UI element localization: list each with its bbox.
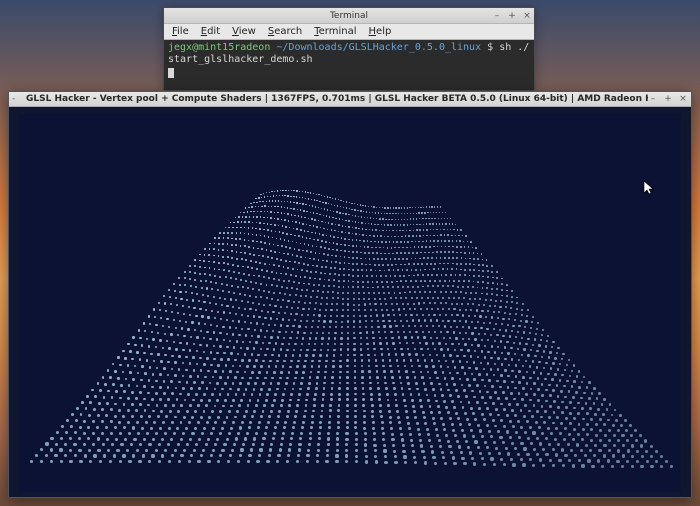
prompt-cwd: ~/Downloads/GLSLHacker_0.5.0_linux <box>276 42 481 53</box>
menu-file[interactable]: File <box>172 26 189 37</box>
render-view[interactable] <box>9 107 691 497</box>
menu-terminal[interactable]: Terminal <box>314 26 356 37</box>
minimize-button[interactable]: – <box>648 94 658 104</box>
glsl-title-text: GLSL Hacker - Vertex pool + Compute Shad… <box>26 94 648 104</box>
render-canvas <box>19 114 681 492</box>
menu-search[interactable]: Search <box>268 26 302 37</box>
maximize-button[interactable]: + <box>507 11 517 21</box>
menu-view[interactable]: View <box>232 26 256 37</box>
terminal-title: Terminal <box>164 11 534 21</box>
prompt-user: jegx@mint15radeon <box>168 42 270 53</box>
close-button[interactable]: × <box>678 94 688 104</box>
close-button[interactable]: × <box>522 11 532 21</box>
minimize-button[interactable]: – <box>492 11 502 21</box>
menu-help[interactable]: Help <box>369 26 392 37</box>
wave-mesh <box>30 184 670 484</box>
glsl-titlebar[interactable]: - GLSL Hacker - Vertex pool + Compute Sh… <box>9 92 691 107</box>
terminal-window: Terminal – + × File Edit View Search Ter… <box>163 7 535 91</box>
terminal-cursor <box>168 68 174 78</box>
glsl-window-controls: – + × <box>648 94 688 104</box>
menu-edit[interactable]: Edit <box>201 26 220 37</box>
prompt-symbol: $ <box>487 42 493 53</box>
sysmenu-icon[interactable]: - <box>12 94 20 104</box>
maximize-button[interactable]: + <box>663 94 673 104</box>
terminal-body[interactable]: jegx@mint15radeon ~/Downloads/GLSLHacker… <box>164 40 534 90</box>
terminal-menubar: File Edit View Search Terminal Help <box>164 24 534 40</box>
desktop: Terminal – + × File Edit View Search Ter… <box>0 0 700 506</box>
terminal-titlebar[interactable]: Terminal – + × <box>164 8 534 24</box>
glsl-window: - GLSL Hacker - Vertex pool + Compute Sh… <box>8 91 692 498</box>
terminal-window-controls: – + × <box>492 11 532 21</box>
